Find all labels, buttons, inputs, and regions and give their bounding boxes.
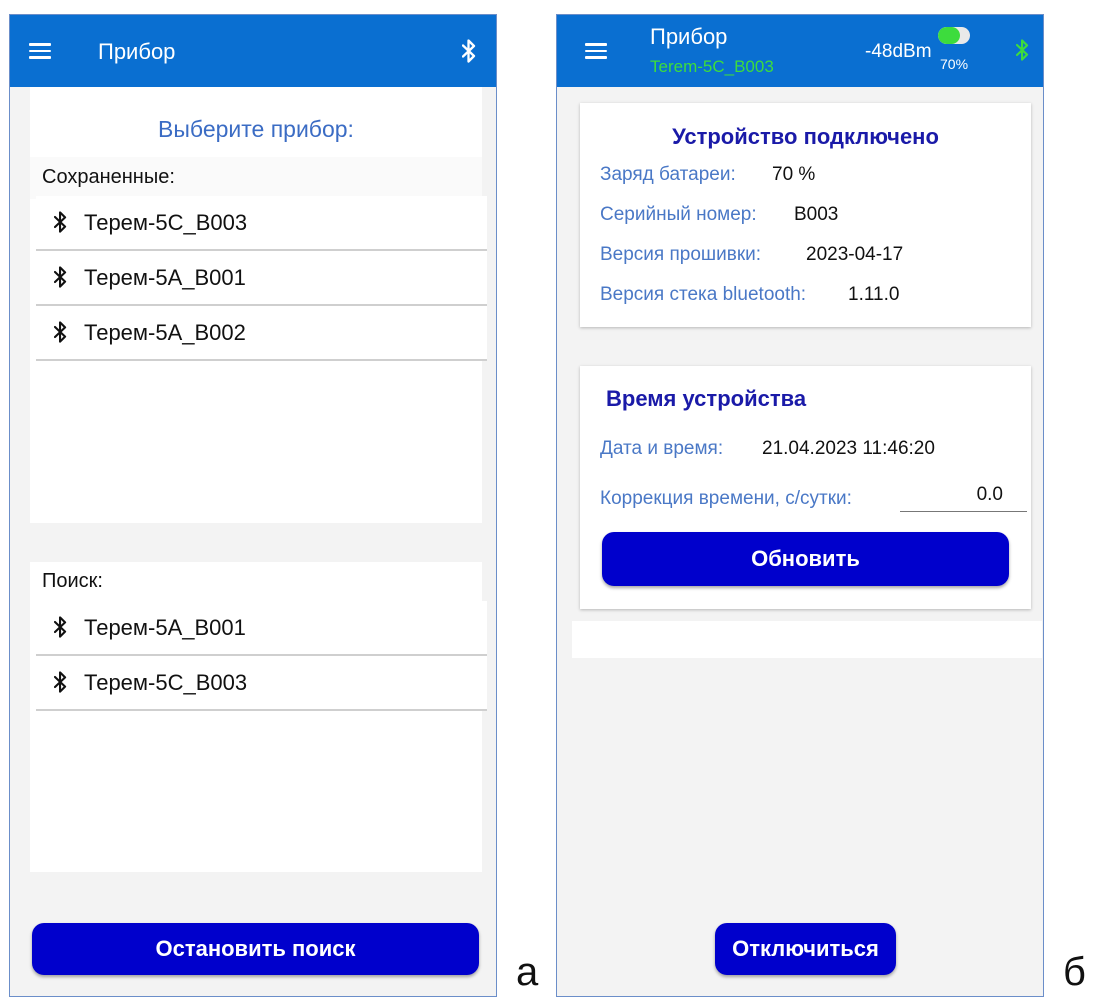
firmware-label: Версия прошивки: xyxy=(600,244,762,265)
battery-label: Заряд батареи: xyxy=(600,164,736,185)
battery-icon xyxy=(938,27,970,44)
saved-device-item[interactable]: Терем-5А_В001 xyxy=(36,251,487,306)
device-name: Терем-5А_В002 xyxy=(84,320,246,345)
connected-device-name: Terem-5C_B003 xyxy=(650,57,774,76)
found-device-item[interactable]: Терем-5А_В001 xyxy=(36,601,487,656)
bluetooth-connected-icon[interactable] xyxy=(1016,39,1029,61)
search-label: Поиск: xyxy=(42,570,103,592)
bluetooth-icon xyxy=(54,266,67,288)
bluetooth-icon xyxy=(54,321,67,343)
signal-strength: -48dBm xyxy=(865,41,932,62)
bluetooth-stack-value: 1.11.0 xyxy=(848,284,900,305)
bluetooth-icon xyxy=(54,211,67,233)
time-correction-label: Коррекция времени, с/сутки: xyxy=(600,488,852,509)
bluetooth-stack-label: Версия стека bluetooth: xyxy=(600,284,807,305)
device-time-heading: Время устройства xyxy=(606,386,807,411)
app-bar: Прибор Terem-5C_B003 -48dBm 70% xyxy=(557,15,1043,87)
select-device-prompt: Выберите прибор: xyxy=(158,116,354,142)
disconnect-button[interactable]: Отключиться xyxy=(715,923,896,975)
device-name: Терем-5С_В003 xyxy=(84,210,248,235)
device-connected-heading: Устройство подключено xyxy=(672,124,939,149)
device-info-screen: Прибор Terem-5C_B003 -48dBm 70% Устройст… xyxy=(556,14,1044,997)
refresh-button[interactable]: Обновить xyxy=(602,532,1009,586)
bluetooth-icon xyxy=(54,616,67,638)
datetime-value: 21.04.2023 11:46:20 xyxy=(762,438,935,459)
device-time-card: Время устройства Дата и время: 21.04.202… xyxy=(580,366,1031,609)
serial-label: Серийный номер: xyxy=(600,204,757,225)
firmware-value: 2023-04-17 xyxy=(806,244,904,265)
bluetooth-icon[interactable] xyxy=(462,39,476,63)
time-correction-input[interactable]: 0.0 xyxy=(900,484,1027,512)
hamburger-menu-icon[interactable] xyxy=(585,43,607,59)
hamburger-menu-icon[interactable] xyxy=(29,43,51,59)
saved-device-item[interactable]: Терем-5А_В002 xyxy=(36,306,487,361)
saved-devices-label: Сохраненные: xyxy=(42,166,175,188)
app-bar: Прибор xyxy=(10,15,496,87)
serial-value: B003 xyxy=(794,204,839,225)
battery-value: 70 % xyxy=(772,164,816,185)
battery-percent: 70% xyxy=(940,56,969,72)
figure-caption-b: б xyxy=(1063,950,1086,994)
device-selection-screen: Прибор Выберите прибор: Сохраненные: Тер… xyxy=(9,14,497,997)
datetime-label: Дата и время: xyxy=(600,438,724,459)
bluetooth-icon xyxy=(54,671,67,693)
app-title: Прибор xyxy=(650,24,728,49)
device-name: Терем-5А_В001 xyxy=(84,265,246,290)
device-status-card: Устройство подключено Заряд батареи: 70 … xyxy=(580,103,1031,327)
device-name: Терем-5С_В003 xyxy=(84,670,248,695)
found-device-item[interactable]: Терем-5С_В003 xyxy=(36,656,487,711)
saved-device-item[interactable]: Терем-5С_В003 xyxy=(36,196,487,251)
figure-caption-a: а xyxy=(516,950,539,994)
stop-search-button[interactable]: Остановить поиск xyxy=(32,923,479,975)
empty-panel xyxy=(572,621,1042,658)
app-title: Прибор xyxy=(98,39,176,64)
device-name: Терем-5А_В001 xyxy=(84,615,246,640)
